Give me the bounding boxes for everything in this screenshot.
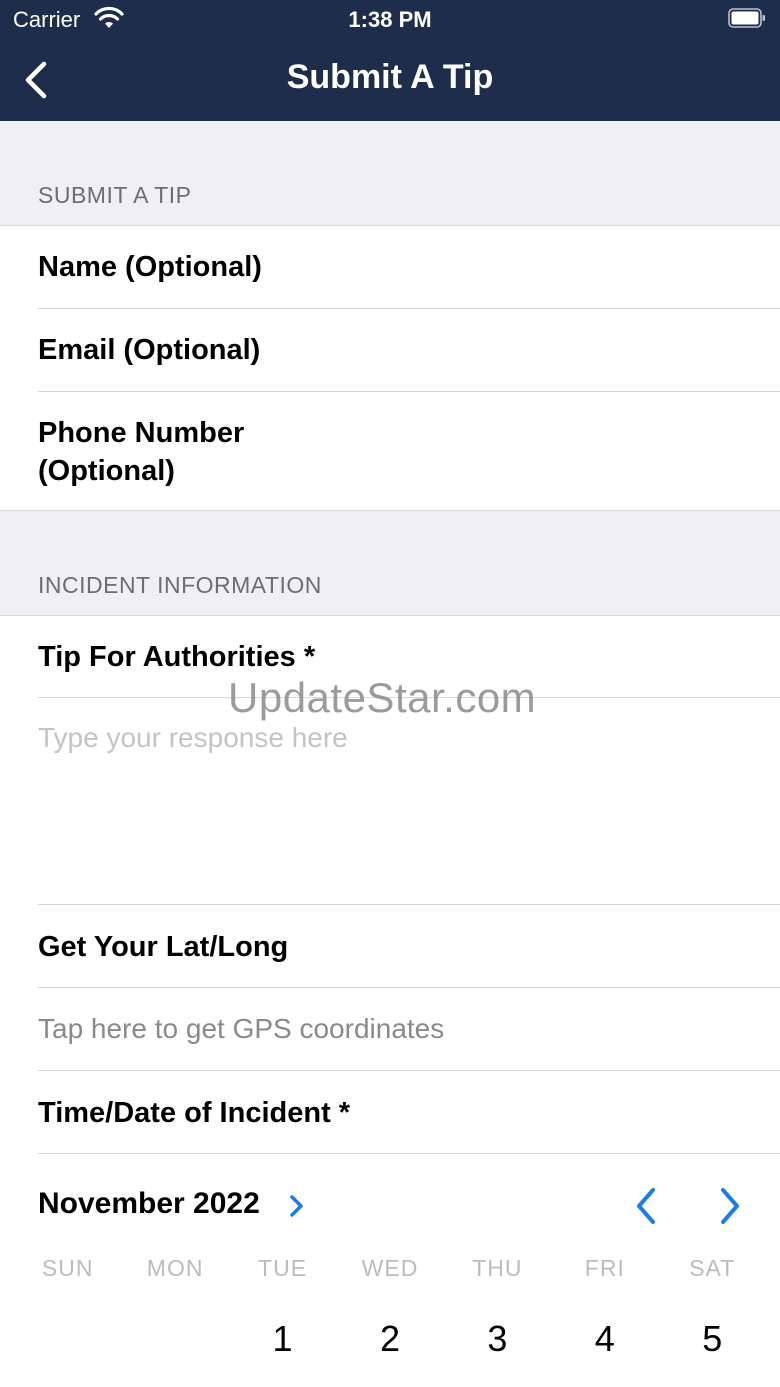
weekday-label: SUN	[41, 1255, 94, 1281]
calendar-day-empty	[121, 1318, 228, 1360]
calendar-day-empty	[14, 1318, 121, 1360]
calendar-day[interactable]: 3	[444, 1318, 551, 1360]
weekday-label: FRI	[584, 1255, 625, 1281]
section-header-label: SUBMIT A TIP	[38, 182, 192, 208]
previous-month-icon[interactable]	[632, 1186, 660, 1226]
weekday-label: WED	[361, 1255, 419, 1281]
weekday-label: THU	[472, 1255, 523, 1281]
tip-placeholder: Type your response here	[38, 722, 348, 753]
calendar-day[interactable]: 2	[336, 1318, 443, 1360]
section-header-submit: SUBMIT A TIP	[0, 121, 780, 225]
chevron-right-icon[interactable]	[288, 1193, 306, 1219]
divider	[38, 1153, 780, 1154]
email-field-label: Email (Optional)	[38, 334, 261, 366]
name-field[interactable]: Name (Optional)	[0, 226, 780, 308]
phone-field-label-line1: Phone Number	[38, 417, 245, 449]
calendar-week-row: 1 2 3 4 5	[14, 1318, 766, 1360]
phone-field[interactable]: Phone Number (Optional)	[0, 392, 780, 510]
latlong-label-row: Get Your Lat/Long	[0, 905, 780, 987]
weekday-header: SUN MON TUE WED THU FRI SAT	[14, 1255, 766, 1282]
calendar-day[interactable]: 4	[551, 1318, 658, 1360]
tip-label: Tip For Authorities *	[38, 641, 316, 673]
weekday-label: SAT	[689, 1255, 736, 1281]
time-date-label: Time/Date of Incident *	[38, 1097, 351, 1129]
email-field[interactable]: Email (Optional)	[0, 309, 780, 391]
calendar-day[interactable]: 5	[659, 1318, 766, 1360]
clock: 1:38 PM	[348, 7, 432, 32]
phone-field-label-line2: (Optional)	[38, 455, 175, 487]
gps-prompt: Tap here to get GPS coordinates	[38, 1013, 445, 1044]
month-year-label[interactable]: November 2022	[38, 1187, 260, 1221]
navigation-bar: Carrier 1:38 PM Submit A Tip	[0, 0, 780, 121]
status-bar: Carrier 1:38 PM	[0, 0, 780, 40]
latlong-label: Get Your Lat/Long	[38, 931, 289, 963]
watermark: UpdateStar.com	[228, 674, 537, 721]
section-header-label: INCIDENT INFORMATION	[38, 572, 322, 598]
time-label-row: Time/Date of Incident *	[0, 1071, 780, 1153]
section-header-incident: INCIDENT INFORMATION	[0, 511, 780, 615]
page-title: Submit A Tip	[286, 58, 494, 96]
calendar-day[interactable]: 1	[229, 1318, 336, 1360]
tip-text-area[interactable]: Type your response here	[0, 698, 780, 904]
next-month-icon[interactable]	[716, 1186, 744, 1226]
gps-button[interactable]: Tap here to get GPS coordinates	[0, 988, 780, 1070]
weekday-label: MON	[146, 1255, 204, 1281]
battery-icon	[728, 8, 765, 28]
name-field-label: Name (Optional)	[38, 251, 262, 283]
weekday-label: TUE	[258, 1255, 308, 1281]
